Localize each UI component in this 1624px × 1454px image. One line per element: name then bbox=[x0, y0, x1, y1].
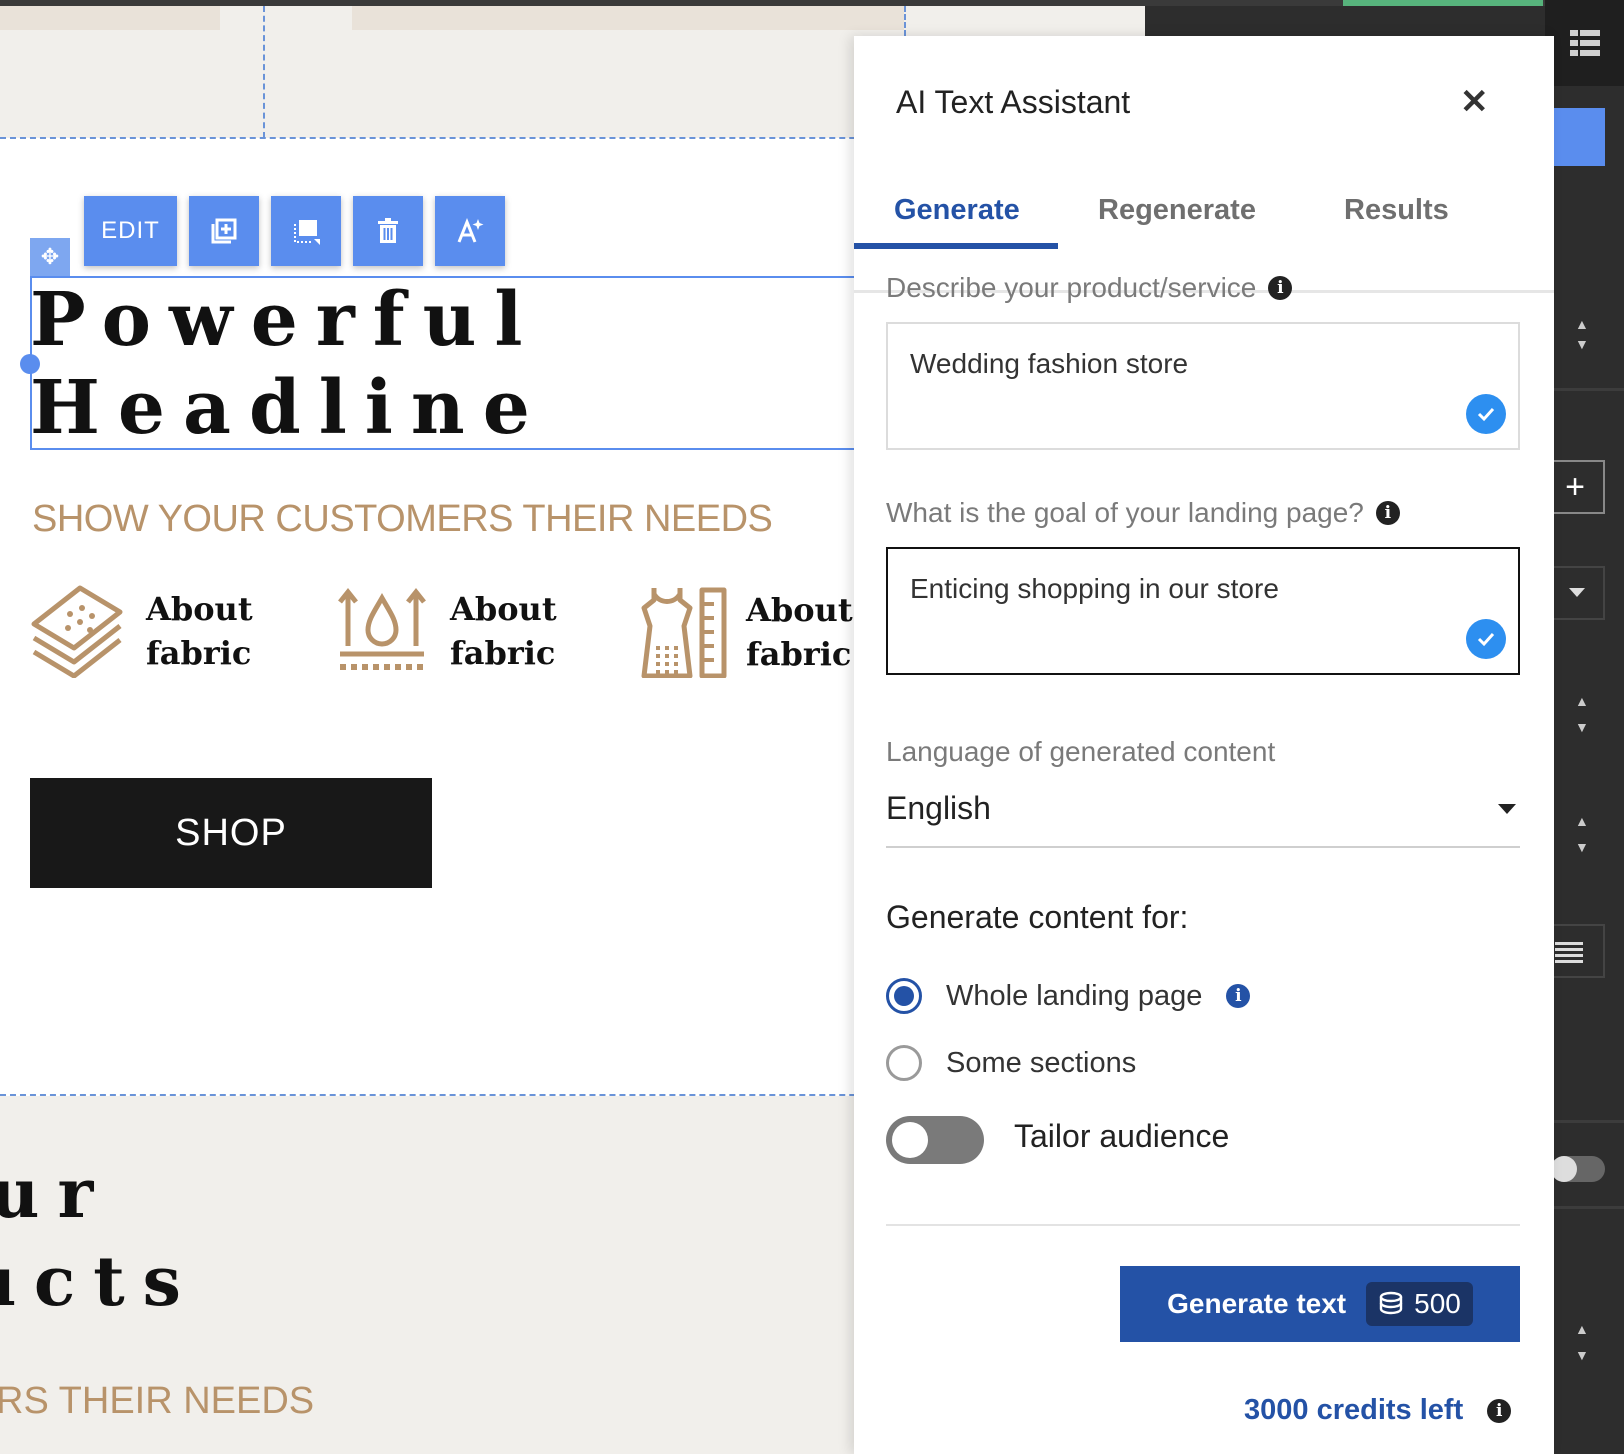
add-icon[interactable]: + bbox=[1545, 460, 1605, 514]
align-justify-icon bbox=[1555, 942, 1583, 963]
option-label: Whole landing page bbox=[946, 979, 1203, 1012]
tab-generate[interactable]: Generate bbox=[894, 194, 1020, 227]
goal-field[interactable]: Enticing shopping in our store bbox=[886, 547, 1520, 675]
coins-icon bbox=[1379, 1291, 1403, 1315]
list-view-icon[interactable] bbox=[1570, 30, 1600, 56]
language-label: Language of generated content bbox=[886, 736, 1276, 767]
cost-badge: 500 bbox=[1366, 1282, 1473, 1326]
sidebar-toggle[interactable] bbox=[1551, 1156, 1605, 1182]
fabric-layers-icon bbox=[31, 585, 123, 678]
radio-selected[interactable] bbox=[886, 978, 922, 1014]
language-select-value[interactable]: English bbox=[886, 790, 991, 827]
goal-label: What is the goal of your landing page? bbox=[886, 497, 1364, 528]
generate-button-label: Generate text bbox=[1167, 1288, 1347, 1319]
sidebar-divider bbox=[1545, 388, 1624, 391]
subheading[interactable]: SHOW YOUR CUSTOMERS THEIR NEEDS bbox=[32, 498, 773, 541]
generate-text-button[interactable]: Generate text 500 bbox=[1120, 1266, 1520, 1342]
column-guide bbox=[263, 6, 265, 138]
move-handle-icon[interactable]: ✥ bbox=[30, 238, 70, 276]
next-section-headline[interactable]: ur ıcts bbox=[0, 1150, 199, 1326]
feature-label: About fabric bbox=[450, 590, 557, 672]
shop-button[interactable]: SHOP bbox=[30, 778, 432, 888]
chevron-down-icon bbox=[1569, 588, 1585, 597]
background-button[interactable] bbox=[271, 196, 341, 266]
progress-indicator bbox=[1343, 0, 1543, 6]
panel-divider bbox=[886, 1224, 1520, 1226]
product-label: Describe your product/service bbox=[886, 272, 1257, 303]
edit-button[interactable]: EDIT bbox=[84, 196, 177, 266]
radio-unselected[interactable] bbox=[886, 1045, 922, 1081]
chevron-down-icon[interactable] bbox=[1498, 804, 1516, 814]
tab-results[interactable]: Results bbox=[1344, 194, 1449, 227]
tailor-audience-toggle[interactable] bbox=[886, 1116, 984, 1164]
tailor-audience-label: Tailor audience bbox=[1014, 1118, 1230, 1154]
delete-button[interactable] bbox=[353, 196, 423, 266]
stepper-icon[interactable]: ▲ ▼ bbox=[1575, 314, 1589, 354]
align-button[interactable] bbox=[1545, 924, 1605, 978]
info-icon[interactable]: i bbox=[1487, 1398, 1512, 1423]
option-whole-page[interactable]: Whole landing page i bbox=[886, 978, 1251, 1014]
product-field[interactable]: Wedding fashion store bbox=[886, 322, 1520, 450]
toggle-knob bbox=[892, 1122, 928, 1158]
next-section-subheading[interactable]: RS THEIR NEEDS bbox=[0, 1380, 314, 1423]
ai-sparkle-icon bbox=[457, 217, 484, 243]
info-icon[interactable]: i bbox=[1226, 984, 1251, 1008]
info-icon[interactable]: i bbox=[1375, 501, 1400, 525]
option-some-sections[interactable]: Some sections bbox=[886, 1045, 1136, 1081]
background-icon bbox=[294, 220, 320, 245]
duplicate-icon bbox=[211, 218, 237, 244]
feature-label: About fabric bbox=[746, 591, 853, 673]
check-icon bbox=[1466, 619, 1506, 659]
stepper-icon[interactable]: ▲ ▼ bbox=[1575, 808, 1589, 860]
trash-icon bbox=[378, 218, 398, 243]
panel-title: AI Text Assistant bbox=[896, 84, 1131, 120]
stepper-icon[interactable]: ▲ ▼ bbox=[1575, 1316, 1589, 1368]
element-toolbar: EDIT bbox=[84, 196, 505, 266]
breathable-fabric-icon bbox=[338, 587, 426, 670]
sidebar-dropdown[interactable] bbox=[1545, 566, 1605, 620]
headline-text[interactable]: Powerful Headline bbox=[30, 276, 548, 452]
feature-item[interactable]: About fabric bbox=[640, 586, 853, 678]
sidebar-divider bbox=[1545, 1120, 1624, 1123]
active-tab-indicator bbox=[854, 243, 1058, 249]
tab-regenerate[interactable]: Regenerate bbox=[1098, 194, 1256, 227]
top-section-block bbox=[0, 6, 220, 30]
duplicate-button[interactable] bbox=[189, 196, 259, 266]
ai-text-button[interactable] bbox=[435, 196, 505, 266]
dress-measure-icon bbox=[641, 587, 727, 678]
cost-value: 500 bbox=[1414, 1288, 1461, 1319]
sidebar-action-button[interactable] bbox=[1545, 108, 1605, 166]
ai-text-assistant-panel: AI Text Assistant ✕ Generate Regenerate … bbox=[854, 36, 1554, 1454]
product-label-row: Describe your product/service i bbox=[886, 272, 1293, 304]
credits-left-row: 3000 credits left i bbox=[1244, 1394, 1512, 1427]
feature-item[interactable]: About fabric bbox=[338, 586, 557, 676]
language-select-underline bbox=[886, 846, 1520, 848]
product-value: Wedding fashion store bbox=[910, 348, 1189, 379]
option-label: Some sections bbox=[946, 1046, 1137, 1079]
check-icon bbox=[1466, 394, 1506, 434]
goal-label-row: What is the goal of your landing page? i bbox=[886, 497, 1400, 529]
resize-handle[interactable] bbox=[20, 354, 40, 374]
toggle-knob bbox=[1551, 1156, 1577, 1182]
stepper-icon[interactable]: ▲ ▼ bbox=[1575, 688, 1589, 740]
goal-value: Enticing shopping in our store bbox=[910, 573, 1279, 604]
feature-label: About fabric bbox=[146, 590, 253, 672]
info-icon[interactable]: i bbox=[1268, 276, 1293, 300]
close-icon[interactable]: ✕ bbox=[1460, 82, 1489, 122]
column-guide bbox=[904, 6, 906, 36]
credits-left-text: 3000 credits left bbox=[1244, 1394, 1464, 1426]
top-section-block bbox=[352, 6, 904, 30]
feature-item[interactable]: About fabric bbox=[30, 584, 253, 678]
generate-for-label: Generate content for: bbox=[886, 899, 1189, 935]
sidebar-divider bbox=[1545, 1206, 1624, 1209]
